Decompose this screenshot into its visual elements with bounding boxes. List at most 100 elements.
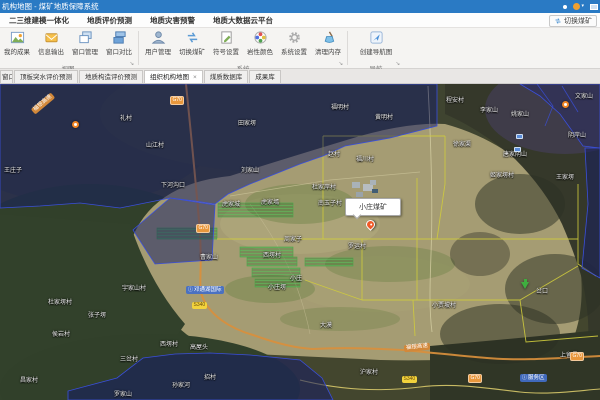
doc-tab-coal-db[interactable]: 煤质数据库 [204,70,249,83]
user-avatar[interactable]: ▾ [573,3,584,10]
ribbon-separator [138,31,139,65]
doc-tab-structure-eval[interactable]: 地质构造评价预测 [79,70,143,83]
info-icon: ⓘ [188,287,193,293]
ribbon-group-view: 我的成果 信息输出 窗口管理 [0,28,136,68]
window-compare-button[interactable]: 窗口对比 [102,29,136,58]
title-bar: 机构地图 - 煤矿地质保障系统 ▾ [0,0,600,13]
menu-tab-bigdata[interactable]: 地质大数据云平台 [204,15,282,26]
village-label: 沪家村 [360,367,378,376]
village-label: 姚家山 [511,109,529,118]
poi-square-icon [516,134,523,139]
village-label: 张子塄 [88,310,106,319]
road-badge: G70 [468,374,482,383]
green-arrow-marker[interactable] [521,282,529,289]
dialog-launcher-icon[interactable]: ↘ [338,61,343,67]
village-label: 西塄村 [263,250,281,259]
map-canvas[interactable]: 礼村山江村田家塄刘家山王庄子福明村黄明村程安村李家山姚家山文家山阴岸山徐家渠唐家… [0,84,600,400]
doc-tab-org-map[interactable]: 组织机构地图× [144,70,203,83]
village-label: 礼村 [120,113,132,122]
village-label: 西塄村 [160,339,178,348]
mine-callout[interactable]: 小庄煤矿 [345,198,401,216]
village-label: 侯岩村 [52,329,70,338]
switch-icon [185,30,200,45]
village-label: 王家塄 [556,172,574,181]
village-label: 小庄 [290,273,302,282]
village-label: 黄明村 [375,112,393,121]
village-label: 赵村 [328,149,340,158]
village-label: 宇家山村 [122,283,146,292]
road-badge: G70 [170,96,184,105]
window-title: 机构地图 - 煤矿地质保障系统 [0,1,99,12]
info-output-button[interactable]: 信息输出 [34,29,68,58]
village-label: 山江村 [146,140,164,149]
menu-tab-evaluation[interactable]: 地质评价预测 [78,15,141,26]
windows-icon [78,30,93,45]
village-label: 刘家山 [241,165,259,174]
info-icon: ⓘ [522,375,527,381]
ribbon-group-navigation: 创建导航图 导航 ↘ [350,28,402,68]
mine-ring-marker[interactable] [562,101,569,108]
village-label: 姬家塄村 [490,170,514,179]
village-label: 福川村 [356,154,374,163]
village-label: 王庄子 [4,165,22,174]
clear-memory-button[interactable]: 清理内存 [311,29,345,58]
village-label: 高屋头 [190,342,208,351]
doc-tab-roof-water[interactable]: 顶板突水评价预测 [14,70,78,83]
user-manage-button[interactable]: 用户管理 [141,29,175,58]
doc-tab-results-lib[interactable]: 成果库 [249,70,281,83]
village-label: 杜家塄村 [48,297,72,306]
lithology-color-button[interactable]: 岩性颜色 [243,29,277,58]
user-icon [151,30,166,45]
avatar-icon [573,3,580,10]
window-control-icon[interactable] [590,4,598,10]
switch-mine-button[interactable]: 切换煤矿 [175,29,209,58]
mail-icon [44,30,59,45]
mine-ring-marker[interactable] [72,121,79,128]
create-navmap-button[interactable]: 创建导航图 [354,29,398,58]
doc-tab-window[interactable]: 窗口 [0,70,13,83]
village-label: 阴岸山 [568,130,586,139]
village-label: 福明村 [331,102,349,111]
village-label: 周家子 [284,234,302,243]
village-label: 李家山 [480,105,498,114]
chevron-down-icon: ▾ [581,4,584,9]
village-label: 大漠 [320,320,332,329]
dialog-launcher-icon[interactable]: ↘ [395,61,400,67]
village-label: 罗运村 [348,241,366,250]
village-label: 孙家河 [172,380,190,389]
dialog-launcher-icon[interactable]: ↘ [129,61,134,67]
poi-label-interchange: ⓘ邓通湖国际 [186,286,224,294]
symbol-settings-button[interactable]: 符号设置 [209,29,243,58]
village-label: 徐家渠 [453,139,471,148]
village-label: 虎家城 [222,199,240,208]
switch-arrows-icon [554,17,562,25]
village-label: 岔口 [536,286,548,295]
menu-tab-disaster[interactable]: 地质灾害预警 [141,15,204,26]
village-label: 下河沟口 [161,180,185,189]
symbol-edit-icon [219,30,234,45]
broom-icon [321,30,336,45]
road-badge: S340 [192,302,207,309]
poi-label-service-area: ⓘ服务区 [520,374,547,382]
my-results-button[interactable]: 我的成果 [0,29,34,58]
system-settings-button[interactable]: 系统设置 [277,29,311,58]
nav-map-icon [369,30,384,45]
close-icon[interactable]: × [193,74,197,81]
menu-bar: 二三维建模一体化 地质评价预测 地质灾害预警 地质大数据云平台 切换煤矿 [0,13,600,28]
gear-icon [287,30,302,45]
switch-mine-quick-button[interactable]: 切换煤矿 [549,15,597,27]
window-compare-icon [112,30,127,45]
village-label: 小庄塄 [268,282,286,291]
ribbon-group-system: 用户管理 切换煤矿 符号设置 [141,28,345,68]
village-label: 田家塄 [238,118,256,127]
app-window: 机构地图 - 煤矿地质保障系统 ▾ 二三维建模一体化 地质评价预测 地质灾害预警… [0,0,600,400]
village-label: 罗家山 [114,389,132,398]
window-manage-button[interactable]: 窗口管理 [68,29,102,58]
menu-tab-modeling[interactable]: 二三维建模一体化 [0,15,78,26]
road-badge: S340 [402,376,417,383]
ribbon-toolbar: 我的成果 信息输出 窗口管理 [0,28,600,69]
palette-icon [253,30,268,45]
village-label: 虎家墕 [261,197,279,206]
village-label: 招村 [204,372,216,381]
road-badge: G70 [196,224,210,233]
